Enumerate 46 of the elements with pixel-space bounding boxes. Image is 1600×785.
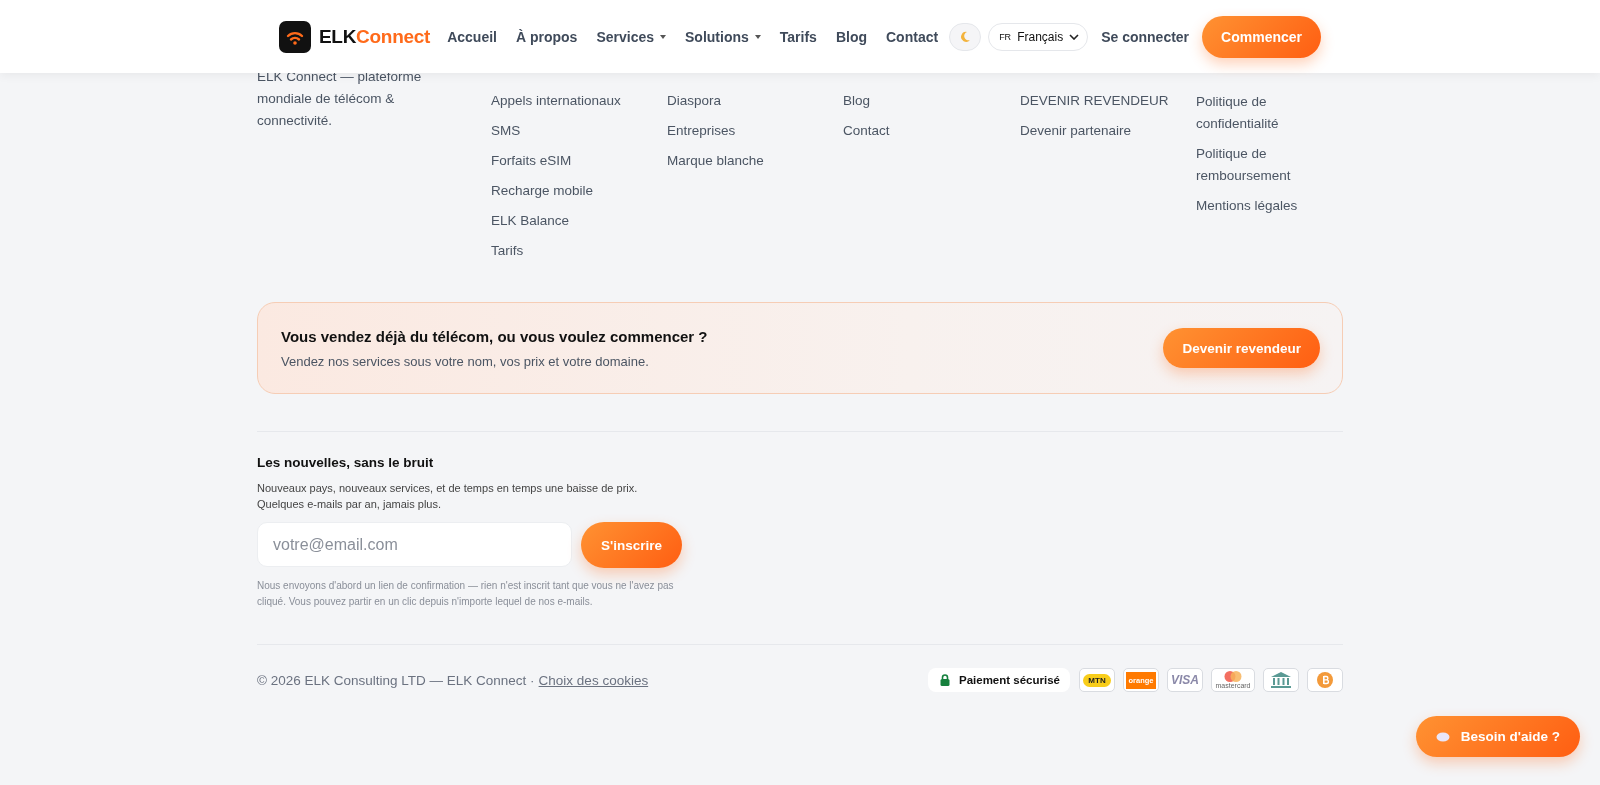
footer-link[interactable]: Mentions légales [1196,195,1316,217]
nav-link[interactable]: Tarifs [779,28,817,45]
footer-link[interactable]: Diaspora [667,91,787,110]
footer-link[interactable]: Forfaits eSIM [491,151,641,170]
nav-link[interactable]: Accueil [447,28,497,45]
caret-icon [754,34,761,39]
newsletter-note: Nous envoyons d'abord un lien de confirmation — rien n'est inscrit tant que vous ne l'avez pas cliqué. Vous pouvez partir en un clic depuis n'importe lequel de nos e-mails. [257,579,675,609]
bitcoin-badge [1307,668,1343,692]
nav-link[interactable]: Blog [835,28,867,45]
language-select[interactable]: FR Français [988,22,1089,51]
bank-badge [1263,668,1299,692]
footer-link[interactable]: Appels internationaux [491,91,641,110]
nav-link[interactable]: Solutions [685,28,761,45]
moon-icon [959,30,972,43]
wifi-logo-icon[interactable] [279,20,311,53]
chat-bubble-icon [1435,731,1450,742]
footer-link[interactable]: ELK Balance [491,211,641,230]
theme-toggle[interactable] [949,22,982,51]
newsletter-title: Les nouvelles, sans le bruit [257,455,435,470]
brand-name[interactable]: ELKConnect [319,25,430,48]
visa-badge: VISA [1167,668,1203,692]
newsletter-text: Nouveaux pays, nouveaux services, et de temps en temps une baisse de prix. Quelques e-mails par an, jamais plus. [257,481,639,512]
nav-link[interactable]: Contact [886,28,939,45]
footer-link[interactable]: SMS [491,121,641,140]
secure-payment-badge: Paiement sécurisé [928,668,1070,692]
footer-link[interactable]: Marque blanche [667,151,787,170]
footer-link[interactable]: Recharge mobile [491,181,641,200]
footer-link[interactable]: DEVENIR REVENDEUR [1020,91,1170,110]
banner-title: Vous vendez déjà du télécom, ou vous voulez commencer ? [281,327,708,345]
login-link[interactable]: Se connecter [1101,28,1190,45]
footer-link[interactable]: Entreprises [667,121,787,140]
chevron-down-icon [1069,33,1080,40]
footer-link[interactable]: Devenir partenaire [1020,121,1170,140]
nav-link[interactable]: Services [596,28,666,45]
copyright-text: © 2026 ELK Consulting LTD — ELK Connect · [257,672,535,688]
cookie-link[interactable]: Choix des cookies [538,672,649,688]
footer-link[interactable]: Blog [843,91,963,110]
mtn-badge: MTN [1079,668,1115,692]
footer-link[interactable]: Tarifs [491,241,641,260]
banner-text: Vendez nos services sous votre nom, vos prix et votre domaine. [281,353,650,369]
caret-icon [660,34,666,39]
footer-link[interactable]: Contact [843,121,963,140]
footer-link[interactable]: Politique de remboursement [1196,143,1316,187]
footer-link[interactable]: Politique de confidentialité [1196,91,1316,135]
nav-link[interactable]: À propos [515,28,578,45]
email-field[interactable]: votre@email.com [257,522,572,567]
